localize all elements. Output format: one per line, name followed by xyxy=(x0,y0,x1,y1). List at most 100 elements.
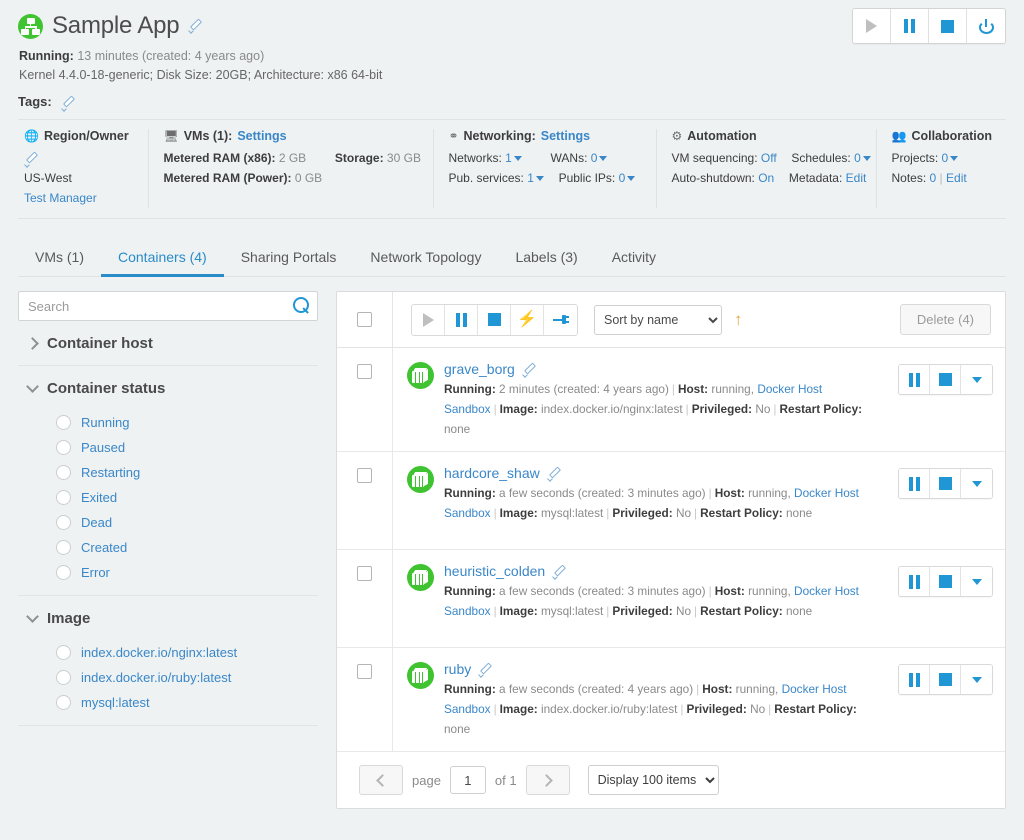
metadata-edit-link[interactable]: Edit xyxy=(846,171,867,185)
tab-labels[interactable]: Labels (3) xyxy=(498,241,594,276)
row-name-row: heuristic_colden xyxy=(444,563,864,579)
wans-value[interactable]: 0 xyxy=(591,151,598,165)
bulk-stop-button[interactable] xyxy=(478,304,511,335)
row-more-button[interactable] xyxy=(961,665,992,694)
bulk-connect-button[interactable] xyxy=(544,304,577,335)
facet-container-status-header[interactable]: Container status xyxy=(18,366,318,410)
projects-caret-icon[interactable] xyxy=(950,155,959,161)
row-pause-button[interactable] xyxy=(899,567,930,596)
pub-services-value[interactable]: 1 xyxy=(527,171,534,185)
networking-settings-link[interactable]: Settings xyxy=(541,129,590,143)
row-stop-button[interactable] xyxy=(930,365,961,394)
row-pause-button[interactable] xyxy=(899,365,930,394)
row-checkbox[interactable] xyxy=(357,468,372,483)
display-count-select[interactable]: Display 100 items Display 10 items Displ… xyxy=(587,765,719,795)
filter-status-running[interactable]: Running xyxy=(18,410,318,435)
privileged-value: No xyxy=(675,506,692,520)
container-name-link[interactable]: hardcore_shaw xyxy=(444,465,540,481)
vm-sequencing-value[interactable]: Off xyxy=(761,151,777,165)
notes-value[interactable]: 0 xyxy=(930,171,937,185)
prev-page-button[interactable] xyxy=(359,765,403,795)
app-start-button[interactable] xyxy=(853,9,891,43)
container-name-link[interactable]: grave_borg xyxy=(444,361,515,377)
status-value: a few seconds (created: 3 minutes ago) xyxy=(499,584,706,598)
networks-caret-icon[interactable] xyxy=(513,155,522,161)
projects-value[interactable]: 0 xyxy=(942,151,949,165)
row-checkbox[interactable] xyxy=(357,364,372,379)
filter-status-dead[interactable]: Dead xyxy=(18,510,318,535)
public-ips-value[interactable]: 0 xyxy=(619,171,626,185)
schedules-caret-icon[interactable] xyxy=(862,155,871,161)
row-stop-button[interactable] xyxy=(930,567,961,596)
sort-direction-icon[interactable]: ↑ xyxy=(734,311,743,328)
radio-icon xyxy=(56,440,71,455)
tab-network-topology[interactable]: Network Topology xyxy=(353,241,498,276)
row-actions xyxy=(898,364,993,395)
tab-activity[interactable]: Activity xyxy=(595,241,673,276)
row-more-button[interactable] xyxy=(961,567,992,596)
bulk-pause-button[interactable] xyxy=(445,304,478,335)
search-input[interactable] xyxy=(18,291,318,321)
filter-image-mysql[interactable]: mysql:latest xyxy=(18,690,318,715)
row-pause-button[interactable] xyxy=(899,665,930,694)
filter-status-paused[interactable]: Paused xyxy=(18,435,318,460)
bulk-start-button[interactable] xyxy=(412,304,445,335)
public-ips-caret-icon[interactable] xyxy=(627,175,636,181)
notes-edit-link[interactable]: Edit xyxy=(946,171,967,185)
filter-status-exited[interactable]: Exited xyxy=(18,485,318,510)
edit-container-name-icon[interactable] xyxy=(552,566,563,577)
edit-tags-icon[interactable] xyxy=(61,97,72,108)
auto-shutdown-value[interactable]: On xyxy=(758,171,774,185)
filter-image-nginx[interactable]: index.docker.io/nginx:latest xyxy=(18,640,318,665)
row-details: Running: 2 minutes (created: 4 years ago… xyxy=(444,382,863,436)
row-more-button[interactable] xyxy=(961,365,992,394)
row-body: grave_borg Running: 2 minutes (created: … xyxy=(393,348,1005,451)
owner-link[interactable]: Test Manager xyxy=(24,191,97,205)
tab-activity-label: Activity xyxy=(611,249,657,265)
app-stop-button[interactable] xyxy=(929,9,967,43)
filter-status-created[interactable]: Created xyxy=(18,535,318,560)
row-stop-button[interactable] xyxy=(930,469,961,498)
tab-containers[interactable]: Containers (4) xyxy=(101,241,224,277)
facet-image-header[interactable]: Image xyxy=(18,596,318,640)
bulk-restart-button[interactable]: ⚡ xyxy=(511,304,544,335)
row-checkbox[interactable] xyxy=(357,664,372,679)
filter-image-ruby[interactable]: index.docker.io/ruby:latest xyxy=(18,665,318,690)
filter-status-restarting[interactable]: Restarting xyxy=(18,460,318,485)
app-pause-button[interactable] xyxy=(891,9,929,43)
restart-label: Restart Policy: xyxy=(774,702,857,716)
row-details: Running: a few seconds (created: 3 minut… xyxy=(444,486,859,520)
filter-status-error[interactable]: Error xyxy=(18,560,318,585)
tab-sharing-portals[interactable]: Sharing Portals xyxy=(224,241,354,276)
schedules-value[interactable]: 0 xyxy=(854,151,861,165)
content-body: Container host Container status Running … xyxy=(18,291,1006,809)
tab-vms[interactable]: VMs (1) xyxy=(18,241,101,276)
edit-container-name-icon[interactable] xyxy=(522,364,533,375)
delete-button[interactable]: Delete (4) xyxy=(899,304,991,335)
container-name-link[interactable]: ruby xyxy=(444,661,471,677)
row-more-button[interactable] xyxy=(961,469,992,498)
app-power-button[interactable] xyxy=(967,9,1005,43)
sort-select[interactable]: Sort by name Sort by status Sort by imag… xyxy=(594,304,722,335)
container-name-link[interactable]: heuristic_colden xyxy=(444,563,545,579)
facet-container-host-header[interactable]: Container host xyxy=(18,321,318,365)
page-input[interactable] xyxy=(449,766,486,794)
row-pause-button[interactable] xyxy=(899,469,930,498)
edit-container-name-icon[interactable] xyxy=(547,468,558,479)
pub-services-caret-icon[interactable] xyxy=(535,175,544,181)
row-checkbox[interactable] xyxy=(357,566,372,581)
edit-app-name-icon[interactable] xyxy=(188,20,201,33)
row-stop-button[interactable] xyxy=(930,665,961,694)
select-all-checkbox[interactable] xyxy=(357,312,372,327)
chevron-down-icon xyxy=(971,578,982,585)
wans-caret-icon[interactable] xyxy=(599,155,608,161)
edit-container-name-icon[interactable] xyxy=(478,664,489,675)
row-text: heuristic_colden Running: a few seconds … xyxy=(444,563,864,635)
edit-region-icon[interactable] xyxy=(24,153,35,164)
vms-settings-link[interactable]: Settings xyxy=(237,129,286,143)
pause-icon xyxy=(903,19,916,33)
networks-value[interactable]: 1 xyxy=(505,151,512,165)
network-node-icon: ⚭ xyxy=(448,129,459,143)
next-page-button[interactable] xyxy=(525,765,570,795)
search-icon[interactable] xyxy=(293,297,310,314)
